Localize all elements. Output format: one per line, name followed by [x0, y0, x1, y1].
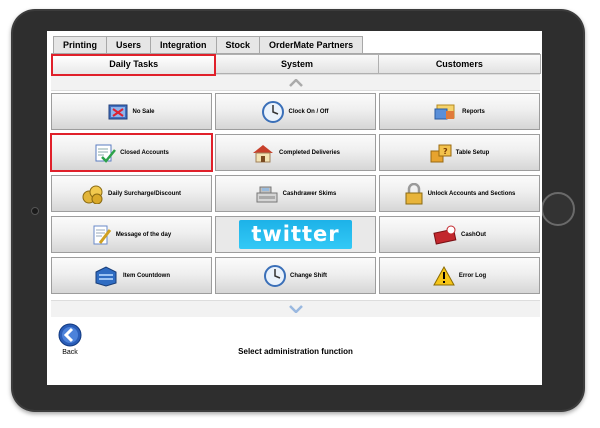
chevron-down-icon — [288, 305, 303, 313]
clock-icon — [264, 264, 286, 287]
completed-deliveries-button[interactable]: Completed Deliveries — [215, 134, 376, 171]
camera-icon — [31, 207, 39, 215]
cabinet-icon — [93, 265, 119, 287]
message-of-day-label: Message of the day — [115, 231, 172, 238]
reports-button[interactable]: Reports — [379, 93, 540, 130]
tab-stock[interactable]: Stock — [215, 36, 261, 53]
tab-integration[interactable]: Integration — [150, 36, 217, 53]
no-sale-label: No Sale — [132, 108, 155, 115]
error-log-button[interactable]: Error Log — [379, 257, 540, 294]
scroll-down-button[interactable] — [51, 300, 540, 318]
message-of-day-button[interactable]: Message of the day — [51, 216, 212, 253]
message-pen-icon — [92, 224, 112, 246]
closed-accounts-label: Closed Accounts — [120, 149, 169, 156]
footer-bar: Back Select administration function — [51, 317, 540, 385]
cashdrawer-skims-label: Cashdrawer Skims — [282, 190, 337, 197]
clock-icon — [262, 100, 285, 123]
change-shift-label: Change Shift — [290, 272, 327, 279]
unlock-accounts-button[interactable]: Unlock Accounts and Sections — [379, 175, 540, 212]
function-grid: No Sale Clock On / Off Reports Closed Ac… — [50, 93, 540, 298]
cashout-icon — [433, 225, 457, 245]
error-log-label: Error Log — [458, 272, 487, 279]
table-setup-button[interactable]: ? Table Setup — [379, 134, 540, 171]
tab-customers[interactable]: Customers — [377, 54, 541, 74]
tab-daily-tasks[interactable]: Daily Tasks — [51, 54, 217, 76]
coins-icon — [82, 184, 104, 204]
lock-icon — [404, 182, 424, 205]
no-sale-button[interactable]: No Sale — [51, 93, 212, 130]
tab-users[interactable]: Users — [106, 36, 152, 53]
back-arrow-icon — [58, 323, 82, 347]
home-button[interactable] — [541, 192, 575, 226]
status-message: Select administration function — [238, 347, 353, 356]
cashout-label: CashOut — [460, 231, 486, 238]
item-countdown-button[interactable]: Item Countdown — [51, 257, 212, 294]
tab-system[interactable]: System — [215, 54, 379, 74]
app-screen: Printing Users Integration Stock OrderMa… — [47, 31, 542, 385]
svg-text:?: ? — [443, 147, 448, 156]
top-tab-bar: Printing Users Integration Stock OrderMa… — [53, 36, 364, 53]
item-countdown-label: Item Countdown — [123, 272, 170, 279]
change-shift-button[interactable]: Change Shift — [215, 257, 376, 294]
sub-tab-bar: Daily Tasks System Customers — [51, 53, 541, 76]
closed-accounts-icon — [94, 143, 117, 163]
warning-icon — [432, 265, 455, 286]
table-setup-icon: ? — [430, 143, 452, 163]
closed-accounts-button[interactable]: Closed Accounts — [50, 133, 213, 172]
table-setup-label: Table Setup — [455, 149, 490, 156]
house-icon — [251, 143, 275, 163]
daily-surcharge-button[interactable]: Daily Surcharge/Discount — [51, 175, 212, 212]
cash-register-icon — [255, 185, 279, 203]
cashdrawer-skims-button[interactable]: Cashdrawer Skims — [215, 175, 376, 212]
tab-ordermate-partners[interactable]: OrderMate Partners — [259, 36, 364, 53]
clock-on-off-label: Clock On / Off — [288, 108, 329, 115]
clock-on-off-button[interactable]: Clock On / Off — [215, 93, 376, 130]
tab-printing[interactable]: Printing — [53, 36, 107, 53]
twitter-button[interactable]: twitter — [215, 216, 376, 253]
chevron-up-icon — [288, 78, 303, 87]
twitter-logo: twitter — [239, 220, 352, 249]
daily-surcharge-label: Daily Surcharge/Discount — [107, 190, 182, 197]
unlock-accounts-label: Unlock Accounts and Sections — [427, 190, 516, 197]
scroll-up-button[interactable] — [51, 74, 540, 91]
cashout-button[interactable]: CashOut — [379, 216, 540, 253]
reports-icon — [434, 103, 458, 121]
no-sale-icon — [108, 103, 128, 121]
reports-label: Reports — [462, 108, 485, 115]
completed-deliveries-label: Completed Deliveries — [278, 149, 341, 156]
